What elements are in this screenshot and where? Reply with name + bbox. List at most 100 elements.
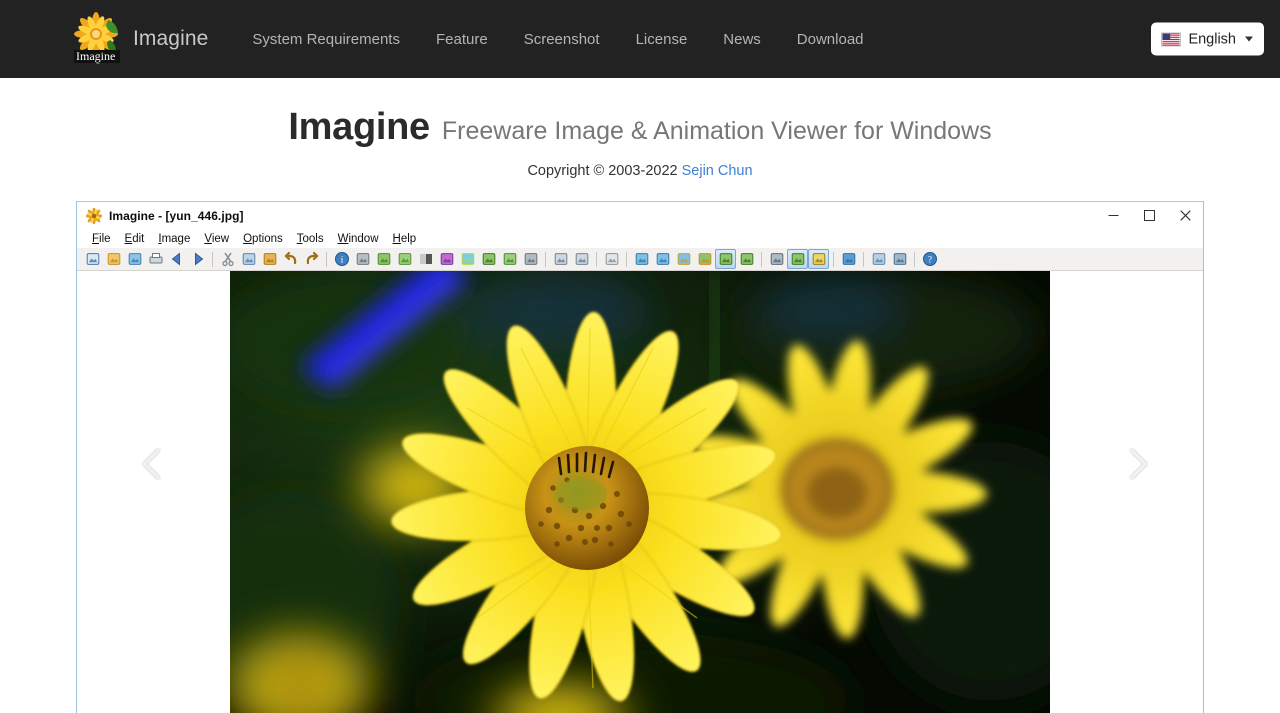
language-selector[interactable]: English <box>1151 22 1264 56</box>
toolbar-separator <box>914 251 915 267</box>
page-title: Imagine <box>288 106 430 148</box>
carousel-prev-button[interactable] <box>135 434 181 494</box>
toolbar-actual-size-button[interactable] <box>694 249 715 269</box>
nav-link-license[interactable]: License <box>618 23 706 56</box>
toolbar-separator <box>863 251 864 267</box>
toolbar-new-window-button[interactable] <box>82 249 103 269</box>
toolbar-fullscreen-button[interactable] <box>766 249 787 269</box>
chevron-left-icon <box>142 447 174 480</box>
toolbar-thumbnail-view-button[interactable] <box>868 249 889 269</box>
preferences-icon <box>842 253 855 265</box>
nav-link-screenshot[interactable]: Screenshot <box>506 23 618 56</box>
toolbar-stretch-to-window-button[interactable] <box>736 249 757 269</box>
nav-link-system-requirements[interactable]: System Requirements <box>234 23 418 56</box>
toolbar-window-list-button[interactable] <box>889 249 910 269</box>
toolbar-copy-button[interactable] <box>238 249 259 269</box>
menu-item-view[interactable]: View <box>197 232 236 246</box>
author-link[interactable]: Sejin Chun <box>682 163 753 179</box>
image-properties-icon <box>356 253 369 265</box>
nav-link-download[interactable]: Download <box>779 23 882 56</box>
image-client-area[interactable] <box>77 271 1203 713</box>
toolbar-rotate-right-button[interactable] <box>571 249 592 269</box>
nav-link-news[interactable]: News <box>705 23 779 56</box>
toolbar-resize-image-button[interactable] <box>373 249 394 269</box>
actual-size-icon <box>698 253 711 265</box>
toolbar-preferences-button[interactable] <box>838 249 859 269</box>
toolbar-save-file-button[interactable] <box>124 249 145 269</box>
carousel-next-button[interactable] <box>1109 434 1155 494</box>
sunflower-app-icon <box>86 207 102 224</box>
menu-item-window[interactable]: Window <box>331 232 386 246</box>
capture-icon <box>812 253 825 265</box>
toolbar-open-file-button[interactable] <box>103 249 124 269</box>
toolbar-separator <box>626 251 627 267</box>
zoom-in-icon <box>635 253 648 265</box>
print-icon <box>149 253 162 264</box>
main-nav: System Requirements Feature Screenshot L… <box>234 23 881 56</box>
language-label: English <box>1188 31 1236 47</box>
imagine-app-window: Imagine - [yun_446.jpg] File Edit Image … <box>76 201 1204 713</box>
toolbar-info-button[interactable]: i <box>331 249 352 269</box>
toolbar-rotate-left-button[interactable] <box>550 249 571 269</box>
toolbar-next-image-button[interactable] <box>187 249 208 269</box>
toolbar-zoom-select-button[interactable] <box>673 249 694 269</box>
toolbar-capture-button[interactable] <box>808 249 829 269</box>
toolbar-grayscale-button[interactable] <box>415 249 436 269</box>
toolbar-slideshow-button[interactable] <box>787 249 808 269</box>
redo-icon <box>306 251 319 265</box>
toolbar-color-depth-button[interactable] <box>436 249 457 269</box>
undo-icon <box>283 251 296 265</box>
menu-item-file[interactable]: File <box>85 232 118 246</box>
toolbar-zoom-in-button[interactable] <box>631 249 652 269</box>
toolbar-separator <box>212 251 213 267</box>
stretch-to-window-icon <box>740 253 753 265</box>
toolbar-redo-button[interactable] <box>301 249 322 269</box>
menu-item-help[interactable]: Help <box>386 232 424 246</box>
menu-item-edit[interactable]: Edit <box>118 232 152 246</box>
zoom-out-icon <box>656 253 669 265</box>
menu-item-tools[interactable]: Tools <box>290 232 331 246</box>
svg-text:Imagine: Imagine <box>76 49 115 63</box>
rotate-right-icon <box>575 253 588 265</box>
close-icon <box>1179 210 1191 221</box>
grayscale-icon <box>419 254 432 264</box>
toolbar-print-button[interactable] <box>145 249 166 269</box>
menu-item-options[interactable]: Options <box>236 232 290 246</box>
toolbar-about-button[interactable]: ? <box>919 249 940 269</box>
toolbar-adjust-color-button[interactable] <box>457 249 478 269</box>
open-file-icon <box>107 253 120 265</box>
toolbar-cut-button[interactable] <box>217 249 238 269</box>
about-icon: ? <box>922 252 937 266</box>
toolbar-crop-button[interactable] <box>601 249 622 269</box>
copyright: Copyright © 2003-2022 Sejin Chun <box>0 163 1280 179</box>
brand[interactable]: Imagine Imagine <box>68 10 208 68</box>
toolbar-convert-button[interactable] <box>499 249 520 269</box>
fit-to-window-icon <box>719 253 732 265</box>
adjust-color-icon <box>461 253 474 265</box>
toolbar-image-properties-button[interactable] <box>352 249 373 269</box>
slideshow-icon <box>791 253 804 265</box>
toolbar-separator <box>761 251 762 267</box>
close-button[interactable] <box>1167 202 1203 229</box>
toolbar-zoom-out-button[interactable] <box>652 249 673 269</box>
chevron-down-icon <box>1245 36 1253 42</box>
info-icon: i <box>334 252 349 266</box>
toolbar-separator <box>326 251 327 267</box>
toolbar-effects-button[interactable] <box>478 249 499 269</box>
toolbar-fit-to-window-button[interactable] <box>715 249 736 269</box>
menu-item-image[interactable]: Image <box>151 232 197 246</box>
fullscreen-icon <box>770 253 783 265</box>
nav-link-feature[interactable]: Feature <box>418 23 506 56</box>
minimize-button[interactable] <box>1095 202 1131 229</box>
toolbar-previous-image-button[interactable] <box>166 249 187 269</box>
toolbar-dither-button[interactable] <box>520 249 541 269</box>
copy-icon <box>242 253 255 265</box>
toolbar-canvas-size-button[interactable] <box>394 249 415 269</box>
hero-heading: Imagine Freeware Image & Animation Viewe… <box>0 106 1280 149</box>
crop-icon <box>605 253 618 265</box>
toolbar-undo-button[interactable] <box>280 249 301 269</box>
toolbar-paste-button[interactable] <box>259 249 280 269</box>
maximize-button[interactable] <box>1131 202 1167 229</box>
zoom-select-icon <box>677 253 690 265</box>
dither-icon <box>524 253 537 265</box>
